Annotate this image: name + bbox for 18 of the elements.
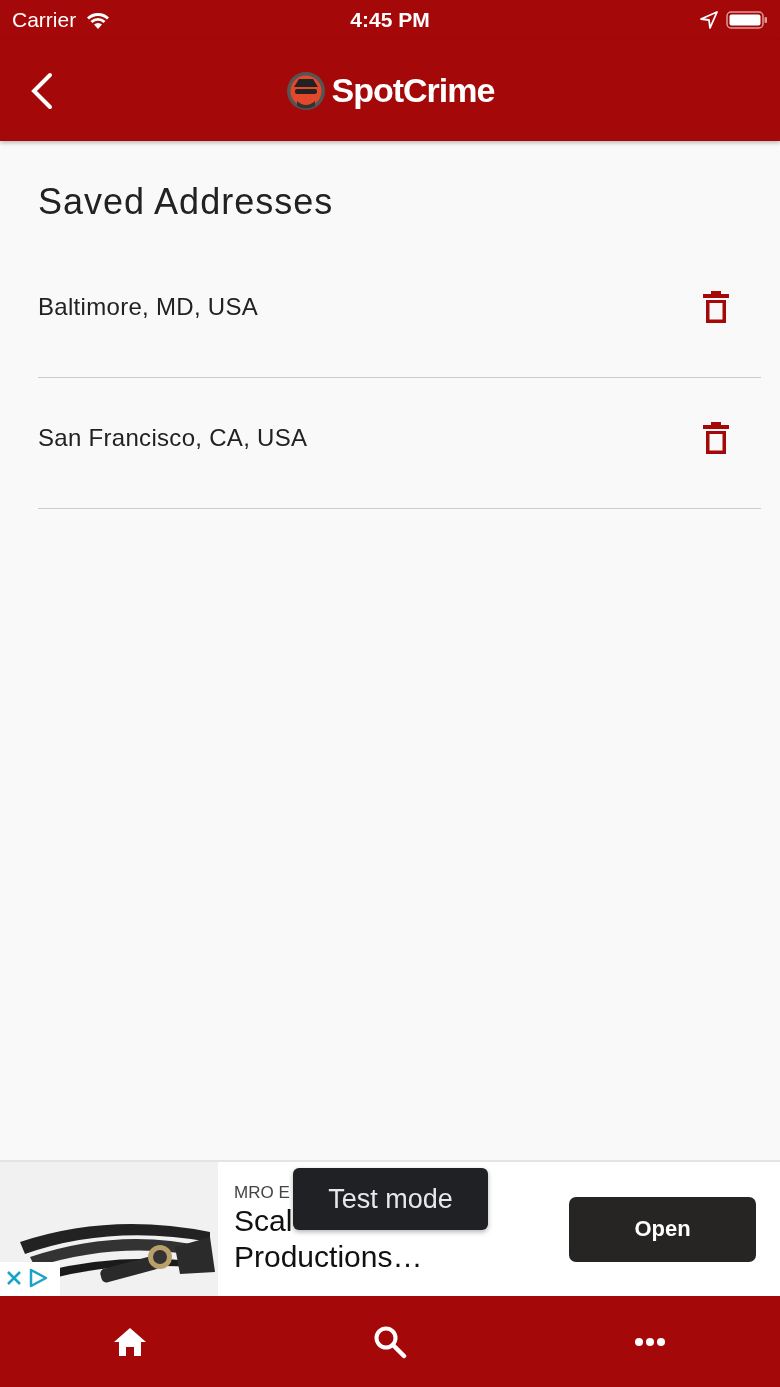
close-icon xyxy=(6,1270,22,1286)
search-icon[interactable] xyxy=(373,1324,407,1359)
test-mode-toast: Test mode xyxy=(293,1168,488,1230)
battery-icon xyxy=(726,10,768,30)
carrier-label: Carrier xyxy=(12,8,77,32)
ad-headline: Scal xyxy=(234,1203,293,1239)
status-time: 4:45 PM xyxy=(350,8,430,32)
trash-icon[interactable] xyxy=(702,420,730,456)
trash-icon[interactable] xyxy=(702,289,730,325)
ad-sponsor: MRO E xyxy=(234,1183,290,1203)
open-button[interactable]: Open xyxy=(569,1196,756,1262)
address-label[interactable]: San Francisco, CA, USA xyxy=(38,424,308,452)
page-title: Saved Addresses xyxy=(38,181,335,223)
ad-headline: Productions… xyxy=(234,1239,423,1275)
app-title: SpotCrime xyxy=(331,71,495,110)
play-triangle-icon xyxy=(28,1268,48,1288)
address-label[interactable]: Baltimore, MD, USA xyxy=(38,293,259,321)
location-arrow-icon xyxy=(700,11,718,29)
